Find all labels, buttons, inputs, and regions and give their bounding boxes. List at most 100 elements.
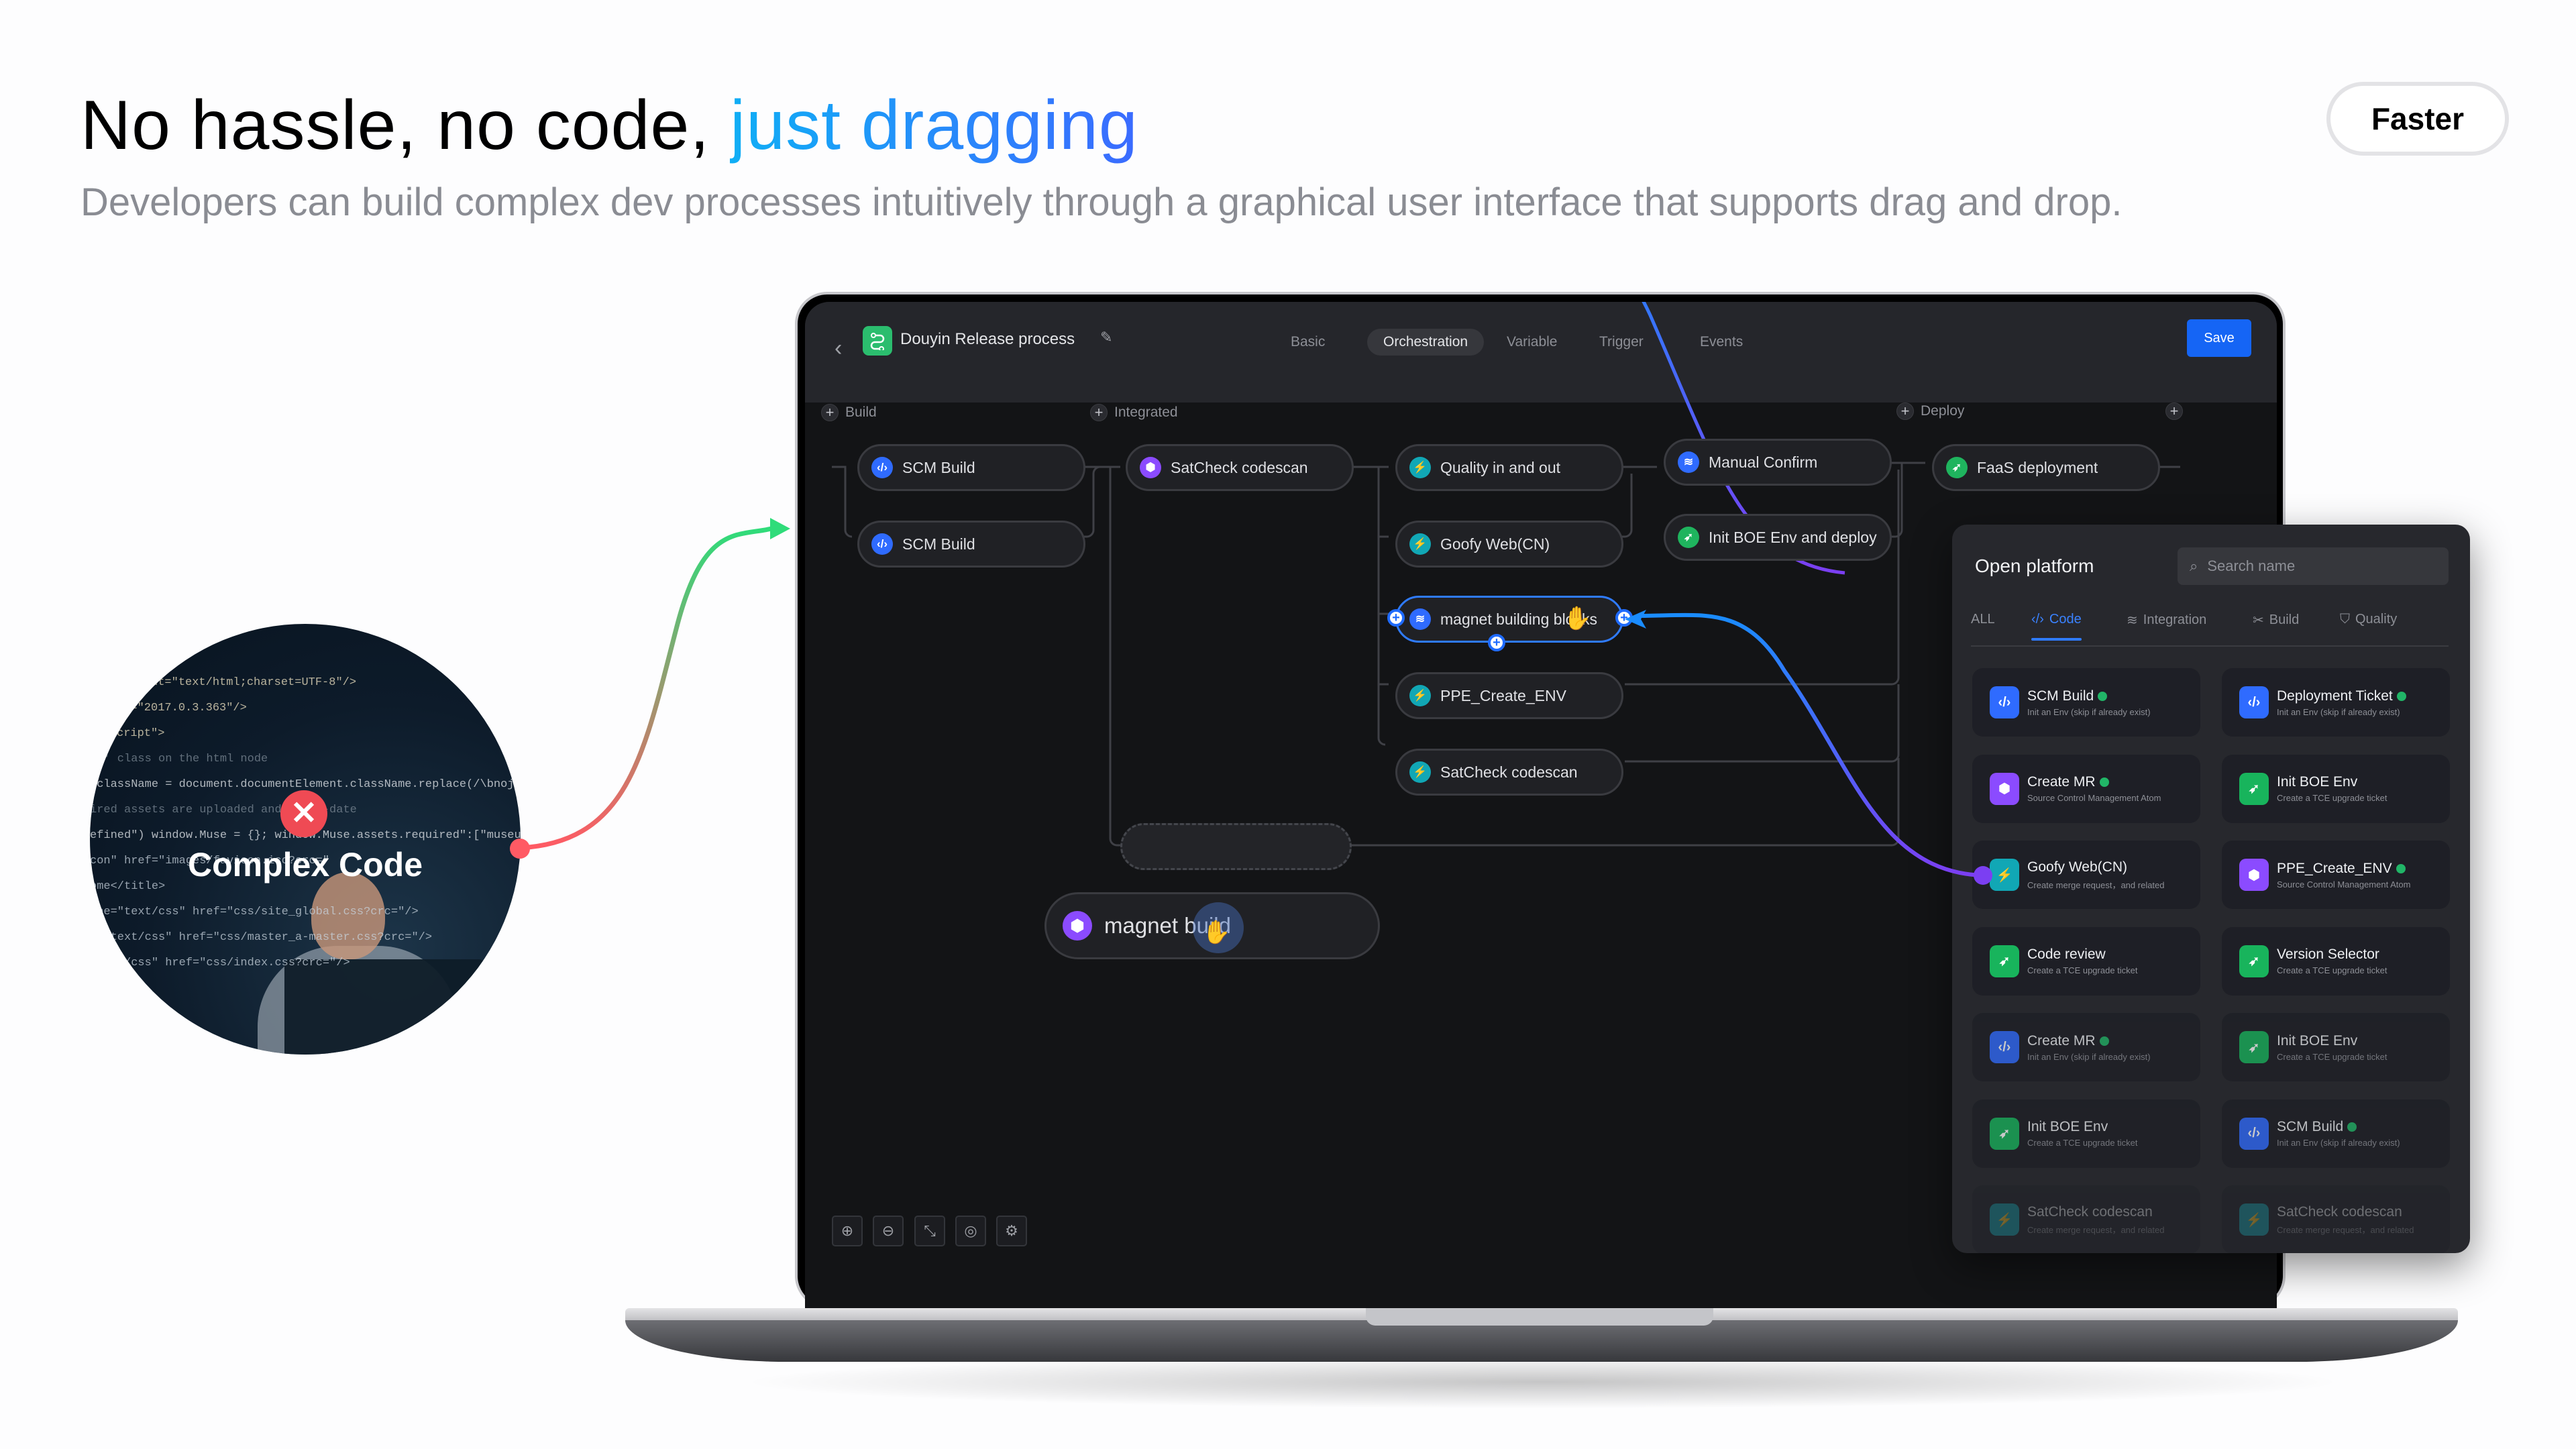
open-platform-panel: Open platform ⌕ Search name ALL ‹/› Code … bbox=[1952, 525, 2470, 1253]
card-subtitle: Source Control Management Atom bbox=[2027, 793, 2161, 803]
card-title: SCM Build bbox=[2027, 688, 2151, 704]
component-card[interactable]: ‹/› SCM Build Init an Env (skip if already… bbox=[1972, 668, 2200, 737]
code-icon: ‹/› bbox=[871, 533, 893, 555]
zoom-in-button[interactable]: ⊕ bbox=[832, 1216, 863, 1246]
card-title-text: PPE_Create_ENV bbox=[2277, 860, 2392, 876]
node-init-boe-deploy[interactable]: ➶ Init BOE Env and deploy bbox=[1664, 514, 1892, 561]
card-text: Create MR Init an Env (skip if already ex… bbox=[2027, 1033, 2151, 1062]
tab-label: Code bbox=[2049, 612, 2082, 627]
card-text: Init BOE Env Create a TCE upgrade ticket bbox=[2277, 774, 2387, 803]
node-label: Goofy Web(CN) bbox=[1440, 535, 1550, 553]
node-label: SatCheck codescan bbox=[1440, 763, 1578, 781]
verified-badge-icon bbox=[2099, 777, 2109, 787]
search-input[interactable]: ⌕ Search name bbox=[2178, 547, 2449, 585]
card-text: Deployment Ticket Init an Env (skip if al… bbox=[2277, 688, 2406, 717]
shield-icon: ⛉ bbox=[2340, 612, 2350, 627]
add-left-handle[interactable]: + bbox=[1387, 609, 1405, 627]
panel-title: Open platform bbox=[1975, 555, 2094, 576]
shield-icon: ⚡ bbox=[1990, 1203, 2019, 1236]
rocket-icon: ➶ bbox=[2239, 772, 2269, 805]
code-icon: ‹/› bbox=[2031, 612, 2044, 627]
tools-icon: ✂ bbox=[2253, 613, 2264, 628]
card-title-text: Version Selector bbox=[2277, 947, 2379, 962]
component-card[interactable]: ⬢ PPE_Create_ENV Source Control Management… bbox=[2222, 841, 2450, 909]
component-card[interactable]: ‹/› SCM Build Init an Env (skip if already… bbox=[2222, 1099, 2450, 1168]
card-title: SatCheck codescan bbox=[2277, 1204, 2414, 1220]
cube-icon: ⬢ bbox=[2239, 859, 2269, 891]
shield-icon: ⚡ bbox=[1409, 761, 1431, 783]
tab-code[interactable]: ‹/› Code bbox=[2031, 612, 2082, 641]
card-subtitle: Create a TCE upgrade ticket bbox=[2277, 793, 2387, 803]
laptop-notch bbox=[1366, 1308, 1713, 1326]
component-card[interactable]: ‹/› Deployment Ticket Init an Env (skip if… bbox=[2222, 668, 2450, 737]
node-scm-build[interactable]: ‹/› SCM Build bbox=[857, 444, 1085, 491]
card-title-text: Create MR bbox=[2027, 1032, 2096, 1049]
tab-all[interactable]: ALL bbox=[1971, 612, 1995, 627]
cube-icon: ⬢ bbox=[1140, 457, 1161, 478]
node-scm-build[interactable]: ‹/› SCM Build bbox=[857, 521, 1085, 568]
tab-integration[interactable]: ≋ Integration bbox=[2127, 612, 2206, 629]
rocket-icon: ➶ bbox=[2239, 945, 2269, 977]
card-title: Version Selector bbox=[2277, 947, 2387, 963]
settings-button[interactable]: ⚙ bbox=[996, 1216, 1027, 1246]
node-satcheck-codescan[interactable]: ⬢ SatCheck codescan bbox=[1126, 444, 1354, 491]
node-label: SatCheck codescan bbox=[1171, 458, 1308, 476]
node-goofy-web[interactable]: ⚡ Goofy Web(CN) bbox=[1395, 521, 1623, 568]
card-title-text: Deployment Ticket bbox=[2277, 688, 2393, 704]
card-title-text: SCM Build bbox=[2277, 1119, 2344, 1134]
card-subtitle: Init an Env (skip if already exist) bbox=[2277, 706, 2400, 717]
card-subtitle: Source Control Management Atom bbox=[2277, 879, 2411, 890]
rocket-icon: ➶ bbox=[2239, 1031, 2269, 1063]
card-title: Init BOE Env bbox=[2277, 774, 2387, 790]
card-title-text: Init BOE Env bbox=[2027, 1119, 2108, 1134]
node-faas-deployment[interactable]: ➶ FaaS deployment bbox=[1932, 444, 2160, 491]
node-quality[interactable]: ⚡ Quality in and out bbox=[1395, 444, 1623, 491]
node-label: FaaS deployment bbox=[1977, 458, 2098, 476]
category-tabs: ALL ‹/› Code ≋ Integration ✂ Build ⛉ Quality bbox=[1971, 612, 2449, 647]
card-title: SatCheck codescan bbox=[2027, 1204, 2165, 1220]
component-card[interactable]: ➶ Init BOE Env Create a TCE upgrade ticket bbox=[2222, 1013, 2450, 1081]
card-title-text: SatCheck codescan bbox=[2027, 1203, 2153, 1220]
fit-view-button[interactable]: ⤡ bbox=[914, 1216, 945, 1246]
layers-icon: ≋ bbox=[2127, 613, 2138, 628]
component-card[interactable]: ➶ Init BOE Env Create a TCE upgrade ticket bbox=[1972, 1099, 2200, 1168]
card-subtitle: Create a TCE upgrade ticket bbox=[2027, 965, 2138, 975]
component-card[interactable]: ⚡ Goofy Web(CN) Create merge request，and r… bbox=[1972, 841, 2200, 909]
tab-build[interactable]: ✂ Build bbox=[2253, 612, 2299, 629]
card-title: Create MR bbox=[2027, 1033, 2151, 1049]
tab-quality[interactable]: ⛉ Quality bbox=[2340, 612, 2397, 627]
card-title-text: Init BOE Env bbox=[2277, 1032, 2358, 1049]
node-manual-confirm[interactable]: ≋ Manual Confirm bbox=[1664, 439, 1892, 486]
card-title: PPE_Create_ENV bbox=[2277, 861, 2410, 877]
tab-label: ALL bbox=[1971, 612, 1995, 627]
rocket-icon: ➶ bbox=[1990, 945, 2019, 977]
shield-icon: ⚡ bbox=[1409, 685, 1431, 706]
node-label: PPE_Create_ENV bbox=[1440, 686, 1566, 704]
component-card[interactable]: ⬢ Create MR Source Control Management Atom bbox=[1972, 754, 2200, 823]
card-subtitle: Create a TCE upgrade ticket bbox=[2027, 1138, 2138, 1148]
card-text: SatCheck codescan Create merge request，an… bbox=[2277, 1204, 2414, 1236]
node-satcheck-codescan[interactable]: ⚡ SatCheck codescan bbox=[1395, 749, 1623, 796]
node-ppe-create-env[interactable]: ⚡ PPE_Create_ENV bbox=[1395, 672, 1623, 719]
card-text: Version Selector Create a TCE upgrade tic… bbox=[2277, 947, 2387, 975]
zoom-out-button[interactable]: ⊖ bbox=[873, 1216, 904, 1246]
add-bottom-handle[interactable]: + bbox=[1488, 634, 1505, 651]
card-text: Init BOE Env Create a TCE upgrade ticket bbox=[2277, 1033, 2387, 1062]
card-subtitle: Create merge request，and related bbox=[2277, 1224, 2414, 1235]
card-text: Goofy Web(CN) Create merge request，and re… bbox=[2027, 859, 2165, 891]
shield-icon: ⚡ bbox=[1409, 457, 1431, 478]
search-icon: ⌕ bbox=[2190, 557, 2198, 574]
drop-placeholder[interactable] bbox=[1120, 823, 1352, 870]
verified-badge-icon bbox=[2099, 1036, 2109, 1046]
component-card[interactable]: ‹/› Create MR Init an Env (skip if already… bbox=[1972, 1013, 2200, 1081]
node-label: SCM Build bbox=[902, 535, 975, 553]
card-subtitle: Create a TCE upgrade ticket bbox=[2277, 965, 2387, 975]
component-card[interactable]: ⚡ SatCheck codescan Create merge request，a… bbox=[1972, 1185, 2200, 1253]
shield-icon: ⚡ bbox=[1409, 533, 1431, 555]
component-card[interactable]: ⚡ SatCheck codescan Create merge request，a… bbox=[2222, 1185, 2450, 1253]
component-card[interactable]: ➶ Version Selector Create a TCE upgrade ti… bbox=[2222, 926, 2450, 996]
code-icon: ‹/› bbox=[1990, 1031, 2019, 1063]
locate-button[interactable]: ◎ bbox=[955, 1216, 986, 1246]
component-card[interactable]: ➶ Init BOE Env Create a TCE upgrade ticket bbox=[2222, 754, 2450, 823]
component-card[interactable]: ➶ Code review Create a TCE upgrade ticket bbox=[1972, 926, 2200, 996]
